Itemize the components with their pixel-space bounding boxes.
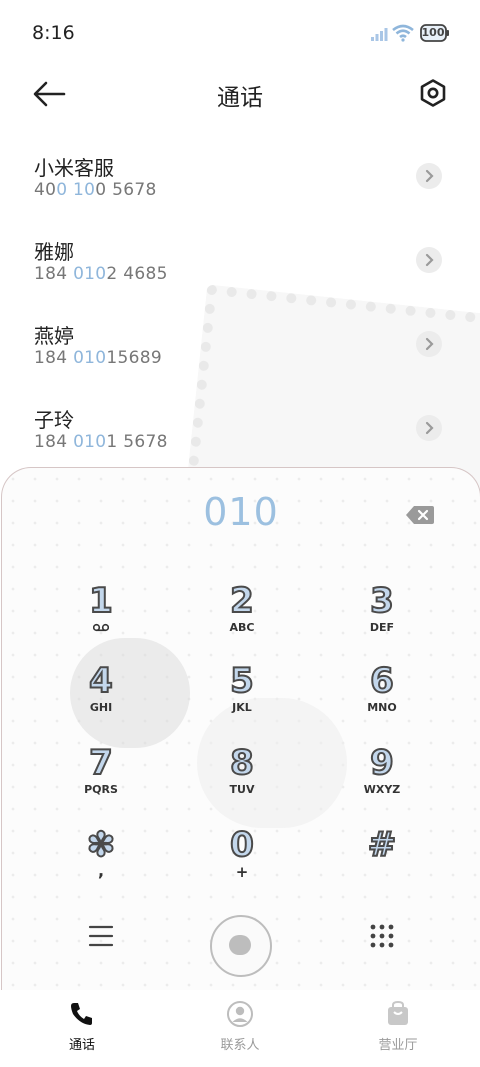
menu-icon[interactable] [88, 924, 114, 948]
chevron-right-icon [425, 337, 434, 351]
contact-number: 400 100 5678 [34, 180, 157, 200]
contact-name: 小米客服 [34, 156, 114, 180]
contact-name: 雅娜 [34, 240, 74, 264]
signal-icon [371, 28, 388, 41]
key-letters: + [235, 863, 249, 881]
dial-key-2[interactable]: 2 ABC [182, 580, 302, 659]
chevron-right-icon [425, 253, 434, 267]
key-letters: ABC [229, 621, 255, 634]
key-letters: GHI [89, 701, 113, 714]
dial-key-3[interactable]: 3 DEF [322, 580, 442, 659]
nav-label: 通话 [68, 1038, 95, 1053]
dial-key-0[interactable]: 0 + [182, 824, 302, 903]
key-digit: 1 [88, 580, 114, 622]
key-digit: 0 [229, 824, 255, 866]
character-face-icon [229, 935, 251, 955]
page-title: 通话 [217, 85, 263, 111]
key-letters: WXYZ [363, 783, 401, 796]
nav-label: 营业厅 [378, 1038, 418, 1053]
key-digit: # [367, 824, 398, 866]
key-letters: DEF [369, 621, 395, 634]
contact-name: 燕婷 [34, 324, 74, 348]
dial-key-8[interactable]: 8 TUV [182, 742, 302, 821]
contact-row[interactable]: 子玲 184 0101 5678 [0, 390, 480, 474]
dial-key-4[interactable]: 4 GHI [41, 660, 161, 739]
contact-detail-button[interactable] [416, 331, 442, 357]
key-digit: 2 [229, 580, 255, 622]
contact-name: 子玲 [34, 408, 74, 432]
key-digit: 7 [88, 742, 114, 784]
header: 通话 [0, 64, 480, 124]
dial-key-6[interactable]: 6 MNO [322, 660, 442, 739]
key-letters: , [97, 861, 105, 880]
dial-key-1[interactable]: 1 [41, 580, 161, 659]
key-digit: 3 [369, 580, 395, 622]
key-digit: 6 [369, 660, 395, 702]
key-digit: 9 [369, 742, 395, 784]
chevron-right-icon [425, 421, 434, 435]
phone-icon [71, 1003, 92, 1025]
key-letters: MNO [367, 701, 397, 714]
contacts-icon [227, 1001, 253, 1027]
nav-label: 联系人 [220, 1038, 260, 1053]
backspace-icon[interactable] [405, 505, 435, 525]
flower-icon: ✽ [86, 824, 117, 866]
dial-key-star[interactable]: ✽ , [41, 824, 161, 903]
contact-row[interactable]: 小米客服 400 100 5678 [0, 138, 480, 222]
key-digit: 4 [88, 660, 114, 702]
contact-detail-button[interactable] [416, 415, 442, 441]
status-time: 8:16 [32, 22, 75, 44]
call-button[interactable] [210, 915, 272, 977]
key-letters: PQRS [84, 783, 118, 796]
shopping-bag-icon [388, 1000, 408, 1025]
keypad-grid-icon[interactable] [370, 924, 394, 948]
contact-number: 184 0101 5678 [34, 432, 168, 452]
status-bar: 8:16 100 [0, 0, 480, 60]
contact-detail-button[interactable] [416, 163, 442, 189]
dial-key-7[interactable]: 7 PQRS [41, 742, 161, 821]
dial-key-hash[interactable]: # [322, 824, 442, 903]
voicemail-icon [93, 623, 109, 632]
key-digit: 5 [229, 660, 255, 702]
contact-row[interactable]: 燕婷 184 01015689 [0, 306, 480, 390]
contact-number: 184 0102 4685 [34, 264, 168, 284]
chevron-right-icon [425, 169, 434, 183]
dial-key-9[interactable]: 9 WXYZ [322, 742, 442, 821]
battery-level: 100 [421, 26, 445, 39]
dialer-panel: 010 1 2 ABC 3 DEF 4 GHI 5 JKL 6 MNO 7 PQ… [1, 467, 480, 1008]
bottom-nav: 通话 联系人 营业厅 [0, 990, 480, 1067]
contact-row[interactable]: 雅娜 184 0102 4685 [0, 222, 480, 306]
contact-number: 184 01015689 [34, 348, 163, 368]
dial-key-5[interactable]: 5 JKL [182, 660, 302, 739]
contact-detail-button[interactable] [416, 247, 442, 273]
key-digit: 8 [229, 742, 255, 784]
settings-icon[interactable] [418, 78, 448, 108]
key-letters: TUV [229, 783, 255, 796]
key-letters: JKL [232, 701, 252, 714]
wifi-icon [392, 24, 414, 42]
